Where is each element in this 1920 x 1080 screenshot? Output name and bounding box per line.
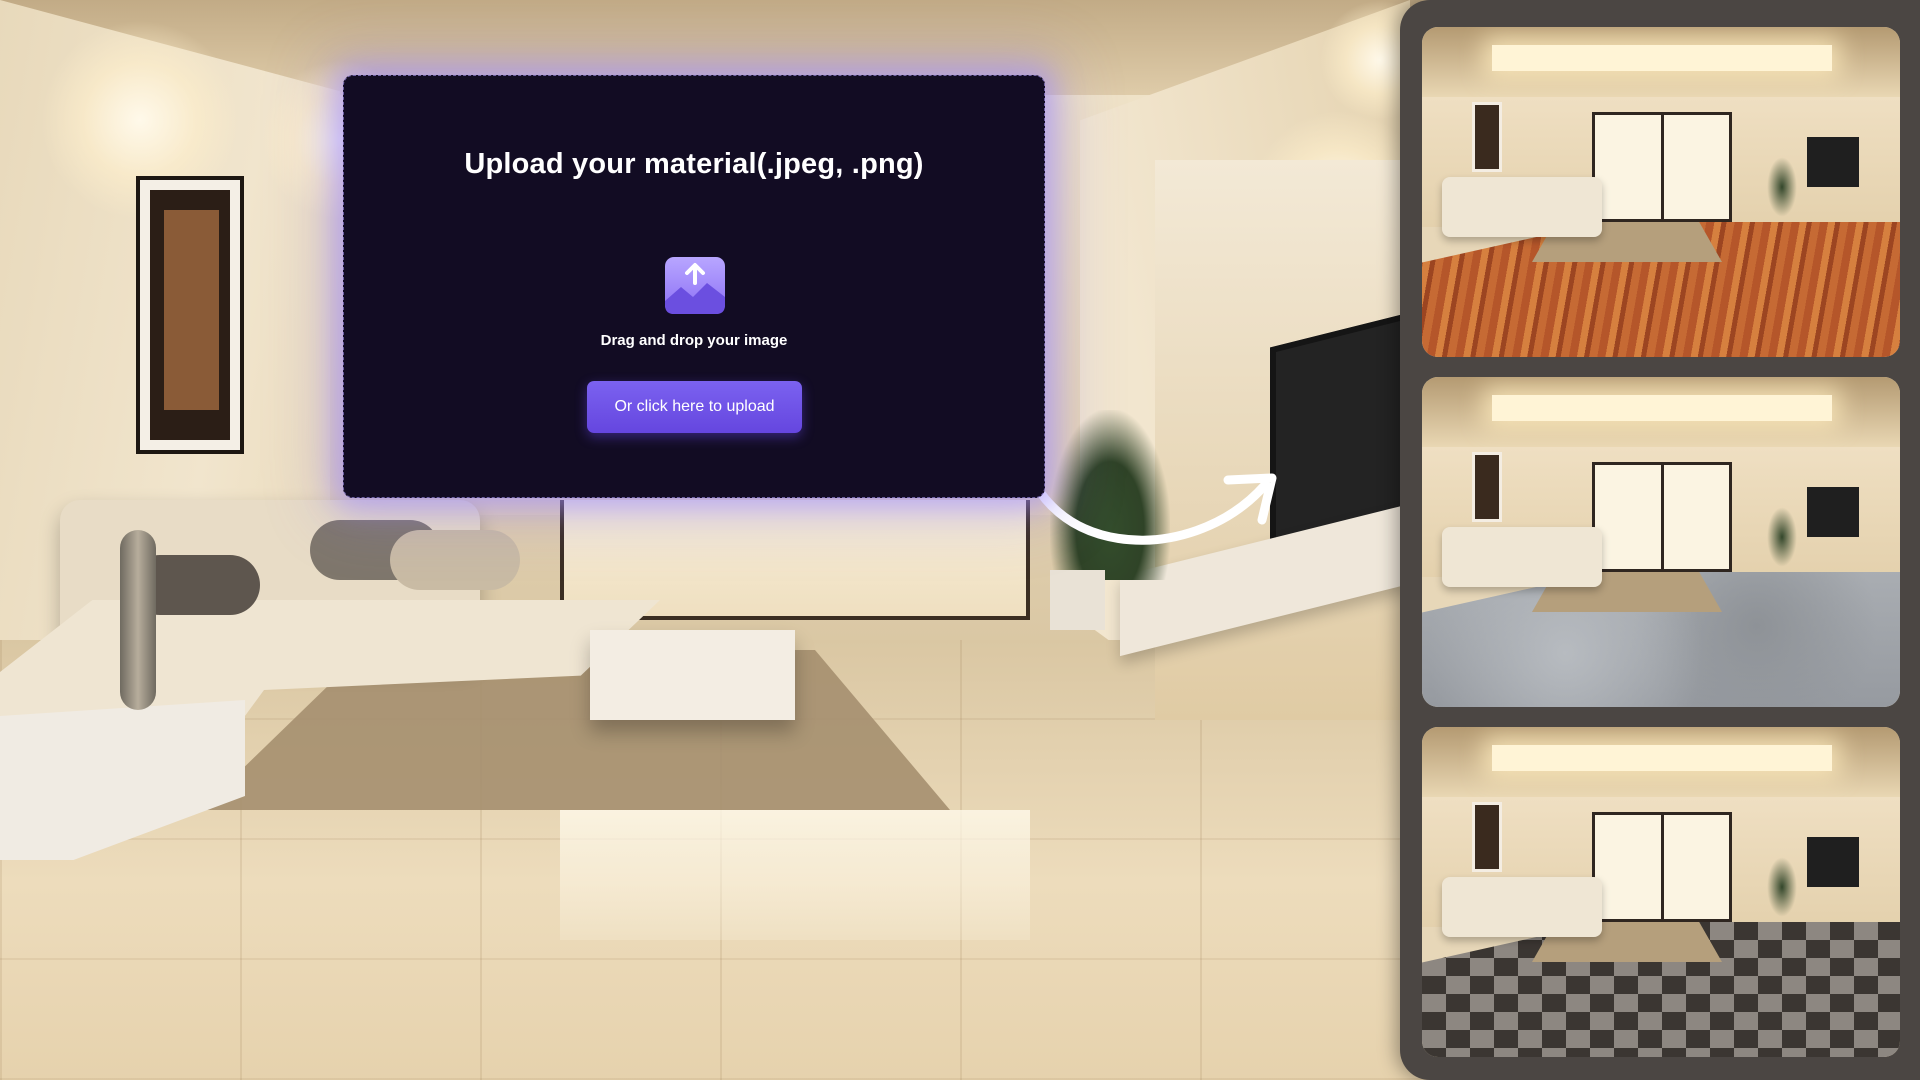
preview-television xyxy=(1807,837,1859,887)
preview-sofa xyxy=(1442,877,1602,937)
vase xyxy=(120,530,156,710)
coffee-table xyxy=(590,630,795,720)
preview-plant xyxy=(1767,507,1797,567)
preview-sofa xyxy=(1442,527,1602,587)
wall-art xyxy=(136,176,244,454)
window-reflection xyxy=(560,810,1030,940)
preview-window xyxy=(1592,812,1732,922)
upload-dropzone[interactable]: Upload your material(.jpeg, .png) Drag a… xyxy=(343,75,1045,498)
preview-wall-art xyxy=(1472,102,1502,172)
upload-button[interactable]: Or click here to upload xyxy=(587,381,802,433)
preview-card-checkered-floor[interactable] xyxy=(1422,727,1900,1057)
preview-wall-art xyxy=(1472,802,1502,872)
drag-drop-text: Drag and drop your image xyxy=(600,332,788,349)
plant-pot xyxy=(1050,570,1105,630)
preview-plant xyxy=(1767,857,1797,917)
curved-arrow-icon xyxy=(1015,427,1277,545)
preview-sofa xyxy=(1442,177,1602,237)
image-upload-icon xyxy=(665,257,725,314)
preview-television xyxy=(1807,137,1859,187)
preview-card-concrete-floor[interactable] xyxy=(1422,377,1900,707)
preview-panel xyxy=(1400,0,1920,1080)
cushion xyxy=(390,530,520,590)
preview-card-wood-floor[interactable] xyxy=(1422,27,1900,357)
preview-cove-light xyxy=(1492,45,1832,71)
upload-title: Upload your material(.jpeg, .png) xyxy=(464,148,924,180)
preview-television xyxy=(1807,487,1859,537)
preview-cove-light xyxy=(1492,745,1832,771)
preview-cove-light xyxy=(1492,395,1832,421)
preview-plant xyxy=(1767,157,1797,217)
preview-window xyxy=(1592,462,1732,572)
preview-window xyxy=(1592,112,1732,222)
preview-wall-art xyxy=(1472,452,1502,522)
